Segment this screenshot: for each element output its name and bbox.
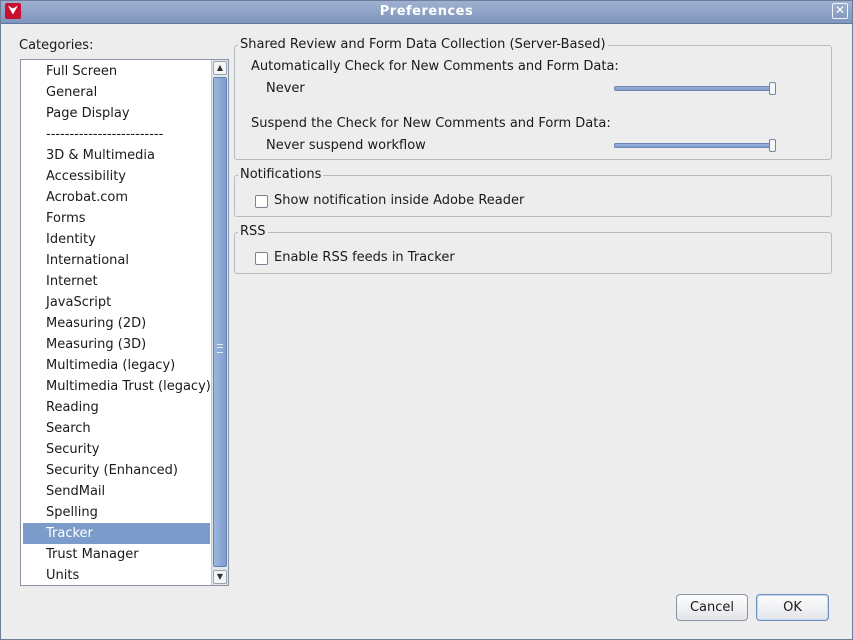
scroll-up-icon[interactable]: ▲	[213, 61, 227, 75]
category-item[interactable]: Internet	[23, 271, 210, 292]
category-item[interactable]: 3D & Multimedia	[23, 145, 210, 166]
category-item[interactable]: General	[23, 82, 210, 103]
category-item[interactable]: SendMail	[23, 481, 210, 502]
category-item[interactable]: Page Display	[23, 103, 210, 124]
category-item[interactable]: Security	[23, 439, 210, 460]
preferences-dialog: ⮟ Preferences ✕ Categories: Full Screen G…	[0, 0, 853, 640]
category-item[interactable]: International	[23, 250, 210, 271]
category-item[interactable]: Full Screen	[23, 61, 210, 82]
ok-button[interactable]: OK	[756, 594, 829, 621]
show-notification-label[interactable]: Show notification inside Adobe Reader	[274, 193, 524, 208]
notifications-legend: Notifications	[238, 167, 324, 182]
title-bar[interactable]: ⮟ Preferences ✕	[1, 1, 852, 24]
categories-label: Categories:	[19, 38, 94, 53]
notifications-group: Notifications Show notification inside A…	[234, 167, 832, 217]
suspend-check-slider[interactable]	[614, 143, 776, 148]
auto-check-slider-thumb[interactable]	[769, 82, 776, 95]
suspend-check-slider-thumb[interactable]	[769, 139, 776, 152]
category-item[interactable]: Search	[23, 418, 210, 439]
categories-list[interactable]: Full Screen General Page Display ----------…	[20, 59, 229, 586]
category-item[interactable]: Units	[23, 565, 210, 585]
suspend-check-value: Never suspend workflow	[266, 138, 426, 153]
cancel-button[interactable]: Cancel	[676, 594, 748, 621]
shared-review-group: Shared Review and Form Data Collection (…	[234, 37, 832, 160]
category-item[interactable]: Forms	[23, 208, 210, 229]
category-item[interactable]: Measuring (3D)	[23, 334, 210, 355]
category-item[interactable]: Trust Manager	[23, 544, 210, 565]
category-item[interactable]: Accessibility	[23, 166, 210, 187]
enable-rss-checkbox[interactable]	[255, 252, 268, 265]
close-icon[interactable]: ✕	[832, 3, 848, 19]
auto-check-label: Automatically Check for New Comments and…	[251, 59, 619, 74]
category-item[interactable]: -------------------------	[23, 124, 210, 145]
category-item[interactable]: Reading	[23, 397, 210, 418]
category-item[interactable]: Multimedia (legacy)	[23, 355, 210, 376]
show-notification-checkbox[interactable]	[255, 195, 268, 208]
category-item[interactable]: Identity	[23, 229, 210, 250]
suspend-check-label: Suspend the Check for New Comments and F…	[251, 116, 611, 131]
category-item[interactable]: Multimedia Trust (legacy)	[23, 376, 211, 397]
category-item[interactable]: Acrobat.com	[23, 187, 210, 208]
grip-icon	[217, 344, 223, 353]
category-item[interactable]: Measuring (2D)	[23, 313, 210, 334]
category-item[interactable]: Spelling	[23, 502, 210, 523]
window-title: Preferences	[379, 4, 474, 19]
category-item[interactable]: Tracker	[23, 523, 210, 544]
scroll-down-icon[interactable]: ▼	[213, 570, 227, 584]
scrollbar-thumb[interactable]	[213, 77, 227, 567]
enable-rss-label[interactable]: Enable RSS feeds in Tracker	[274, 250, 455, 265]
category-item[interactable]: JavaScript	[23, 292, 210, 313]
category-item[interactable]: Security (Enhanced)	[23, 460, 210, 481]
categories-scrollbar[interactable]: ▲ ▼	[211, 60, 228, 585]
shared-review-legend: Shared Review and Form Data Collection (…	[238, 37, 608, 52]
rss-legend: RSS	[238, 224, 268, 239]
rss-group: RSS Enable RSS feeds in Tracker	[234, 224, 832, 274]
auto-check-slider[interactable]	[614, 86, 776, 91]
auto-check-value: Never	[266, 81, 305, 96]
